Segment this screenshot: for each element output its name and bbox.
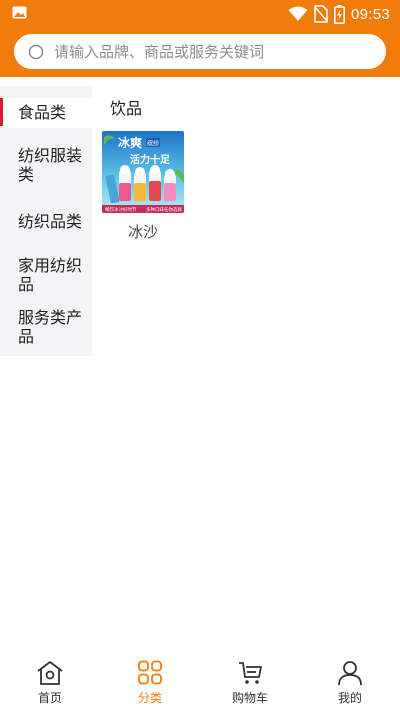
section-title: 饮品 <box>110 99 143 118</box>
category-label: 家用纺织品 <box>18 256 83 294</box>
nav-profile[interactable]: 我的 <box>300 655 400 711</box>
image-banner-left: 畅饮冰沙好时节 <box>105 206 137 213</box>
search-icon <box>28 44 44 59</box>
category-label: 纺织服装类 <box>18 146 83 184</box>
nav-label: 购物车 <box>231 691 268 705</box>
category-item-food[interactable]: 食品类 <box>0 98 92 128</box>
status-time: 09:53 <box>350 5 390 23</box>
search-placeholder: 请输入品牌、商品或服务关键词 <box>54 43 265 61</box>
nav-label: 首页 <box>37 691 62 705</box>
category-label: 服务类产品 <box>18 308 83 346</box>
nav-cart[interactable]: 购物车 <box>200 655 300 711</box>
image-tag: 缤纷 <box>147 140 159 148</box>
product-image: 冰爽 缤纷 活力十足 畅饮冰沙好时节 多种口味任你选择 <box>102 131 184 213</box>
image-banner-right: 多种口味任你选择 <box>146 206 182 213</box>
search-input[interactable]: 请输入品牌、商品或服务关键词 <box>14 34 386 69</box>
gallery-icon <box>12 6 27 19</box>
product-name: 冰沙 <box>127 223 158 241</box>
category-item-services[interactable]: 服务类产品 <box>0 308 92 352</box>
category-sidebar: 食品类 纺织服装类 纺织品类 家用纺织品 服务类产品 <box>0 86 92 356</box>
home-icon <box>37 661 63 685</box>
category-label: 纺织品类 <box>18 212 83 231</box>
nav-home[interactable]: 首页 <box>0 655 100 711</box>
category-item-home-textile[interactable]: 家用纺织品 <box>0 256 92 300</box>
shopping-cart-icon <box>239 662 262 684</box>
nav-category[interactable]: 分类 <box>100 655 200 711</box>
nav-label: 我的 <box>337 691 362 705</box>
wifi-icon <box>288 6 308 21</box>
header-bar: 09:53 请输入品牌、商品或服务关键词 <box>0 0 400 77</box>
profile-icon <box>338 661 362 686</box>
nav-label: 分类 <box>137 691 162 705</box>
category-item-textile-goods[interactable]: 纺织品类 <box>0 212 92 234</box>
category-item-textile-clothing[interactable]: 纺织服装类 <box>0 146 92 190</box>
battery-charging-icon <box>333 4 345 24</box>
image-headline-2: 活力十足 <box>130 153 171 166</box>
category-label: 食品类 <box>18 103 67 122</box>
image-headline-1: 冰爽 <box>118 135 142 150</box>
status-bar: 09:53 <box>0 0 400 28</box>
category-grid-icon <box>138 660 162 685</box>
bottom-nav: 首页 分类 购物车 我的 <box>0 655 400 711</box>
active-category-marker <box>0 98 3 126</box>
no-sim-icon <box>314 5 328 23</box>
product-card[interactable]: 冰爽 缤纷 活力十足 畅饮冰沙好时节 多种口味任你选择 冰沙 <box>102 131 184 242</box>
